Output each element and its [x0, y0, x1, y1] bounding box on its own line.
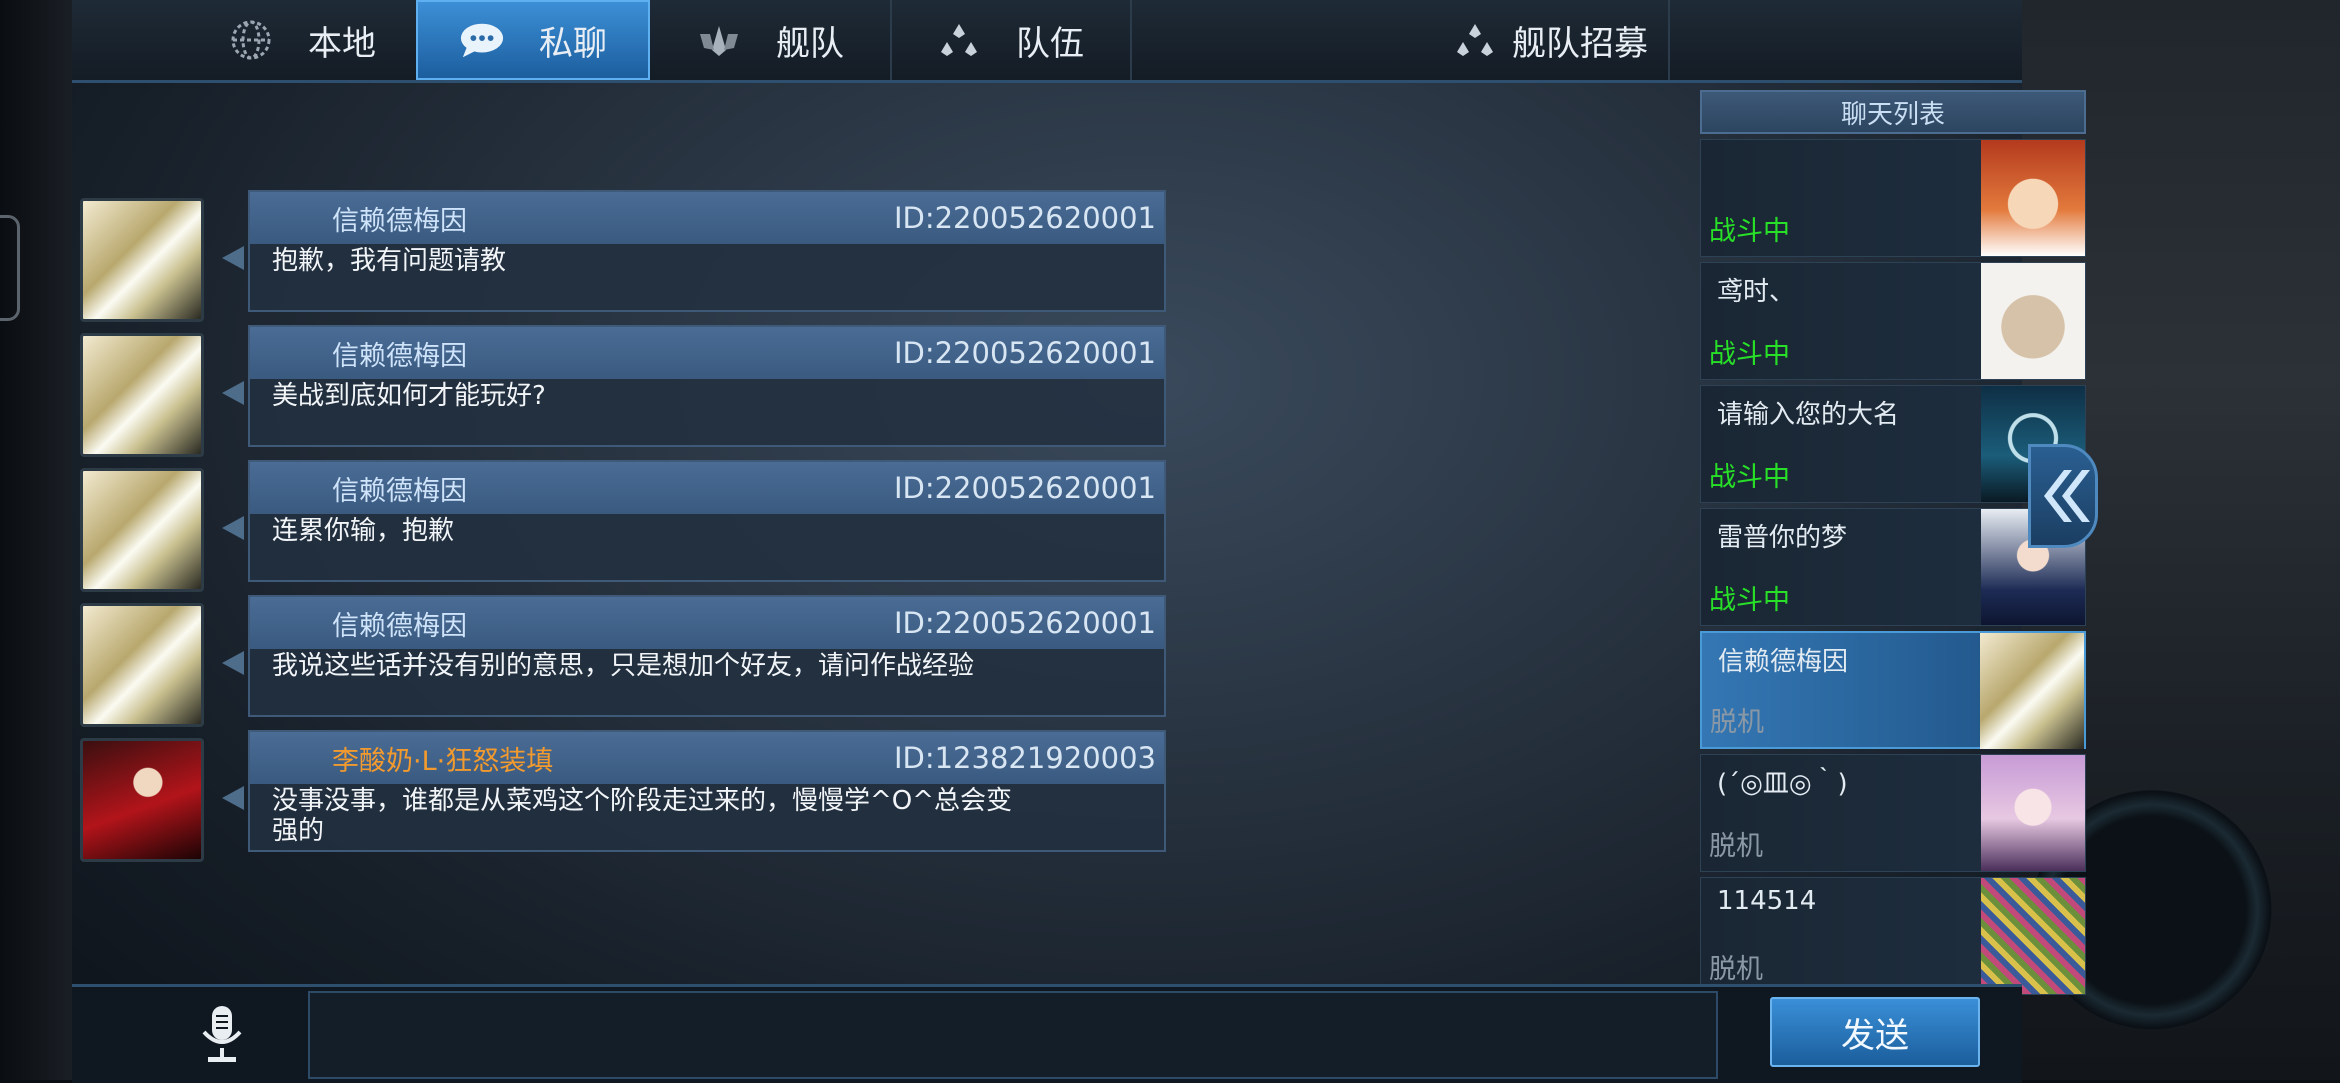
message-text: 抱歉，我有问题请教 [272, 246, 507, 276]
contact-name: 114514 [1717, 886, 1817, 916]
avatar[interactable] [80, 333, 204, 457]
tab-fleet-recruit[interactable]: 舰队招募 [1130, 0, 1670, 80]
bubble-pointer [222, 381, 244, 405]
sender-id: ID:220052620001 [893, 336, 1156, 370]
tab-local[interactable]: 本地 [172, 0, 434, 80]
globe-icon [228, 20, 274, 60]
message-text: 没事没事，谁都是从菜鸡这个阶段走过来的，慢慢学^O^总会变强的 [272, 786, 1013, 846]
contact-name: 信赖德梅因 [1718, 647, 1849, 677]
contact-name: 鸢时、 [1717, 277, 1796, 307]
contact-name: (´◎皿◎｀) [1717, 769, 1848, 799]
message-text: 美战到底如何才能玩好? [272, 381, 546, 411]
tab-label: 本地 [308, 23, 376, 64]
fleet-emblem-icon [696, 20, 742, 60]
contact-status: 脱机 [1709, 831, 1763, 862]
message-bubble: 李酸奶·L·狂怒装填 ID:123821920003 没事没事，谁都是从菜鸡这个… [248, 730, 1166, 852]
avatar[interactable] [80, 603, 204, 727]
sender-name[interactable]: 李酸奶·L·狂怒装填 [332, 739, 553, 778]
tab-label: 舰队招募 [1512, 23, 1648, 64]
screen-notch [0, 215, 20, 321]
avatar[interactable] [80, 738, 204, 862]
bubble-pointer [222, 786, 244, 810]
sender-name[interactable]: 信赖德梅因 [332, 199, 467, 238]
sender-name[interactable]: 信赖德梅因 [332, 604, 467, 643]
message-row: 信赖德梅因 ID:220052620001 抱歉，我有问题请教 [80, 190, 1170, 322]
contact-avatar [1981, 140, 2085, 256]
voice-input-button[interactable] [192, 999, 252, 1069]
chat-bubble-icon [459, 20, 505, 60]
message-text: 我说这些话并没有别的意思，只是想加个好友，请问作战经验 [272, 651, 975, 681]
message-header: 信赖德梅因 ID:220052620001 [250, 327, 1164, 379]
chat-list-item[interactable]: 战斗中 [1700, 139, 2086, 257]
sender-id: ID:220052620001 [893, 201, 1156, 235]
message-header: 信赖德梅因 ID:220052620001 [250, 192, 1164, 244]
message-header: 信赖德梅因 ID:220052620001 [250, 462, 1164, 514]
tab-bar: 本地 私聊 舰队 队伍 舰队招募 [72, 0, 2022, 83]
tab-label: 舰队 [776, 23, 844, 64]
contact-name: 请输入您的大名 [1717, 400, 1900, 430]
message-bubble: 信赖德梅因 ID:220052620001 连累你输，抱歉 [248, 460, 1166, 582]
contact-avatar [1981, 878, 2085, 994]
message-input[interactable] [308, 991, 1718, 1079]
contact-name: 雷普你的梦 [1717, 523, 1848, 553]
chat-window: 本地 私聊 舰队 队伍 舰队招募 信赖德梅因 ID:220052620001 抱… [72, 0, 2086, 1083]
message-text: 连累你输，抱歉 [272, 516, 455, 546]
collapse-panel-button[interactable] [2028, 444, 2098, 548]
input-bar: 发送 [72, 984, 2022, 1083]
sender-name[interactable]: 信赖德梅因 [332, 469, 467, 508]
sender-name[interactable]: 信赖德梅因 [332, 334, 467, 373]
message-header: 李酸奶·L·狂怒装填 ID:123821920003 [250, 732, 1164, 784]
message-row: 信赖德梅因 ID:220052620001 我说这些话并没有别的意思，只是想加个… [80, 595, 1170, 727]
message-bubble: 信赖德梅因 ID:220052620001 我说这些话并没有别的意思，只是想加个… [248, 595, 1166, 717]
message-row: 信赖德梅因 ID:220052620001 美战到底如何才能玩好? [80, 325, 1170, 457]
chat-list-item[interactable]: (´◎皿◎｀) 脱机 [1700, 754, 2086, 872]
avatar[interactable] [80, 198, 204, 322]
tab-label: 队伍 [1016, 23, 1084, 64]
sender-id: ID:123821920003 [893, 741, 1156, 775]
left-edge [0, 0, 72, 1080]
tab-private-chat[interactable]: 私聊 [416, 0, 650, 80]
contact-status: 战斗中 [1709, 585, 1790, 616]
double-chevron-left-icon [2044, 470, 2090, 522]
send-button[interactable]: 发送 [1770, 997, 1980, 1067]
contact-avatar [1981, 755, 2085, 871]
chat-list-item[interactable]: 114514 脱机 [1700, 877, 2086, 995]
chat-list-title: 聊天列表 [1700, 90, 2086, 134]
recruit-dots-icon [1452, 20, 1498, 60]
microphone-icon [202, 1006, 242, 1062]
message-header: 信赖德梅因 ID:220052620001 [250, 597, 1164, 649]
bubble-pointer [222, 651, 244, 675]
tab-fleet[interactable]: 舰队 [650, 0, 892, 80]
message-row: 李酸奶·L·狂怒装填 ID:123821920003 没事没事，谁都是从菜鸡这个… [80, 730, 1170, 862]
sender-id: ID:220052620001 [893, 471, 1156, 505]
message-bubble: 信赖德梅因 ID:220052620001 美战到底如何才能玩好? [248, 325, 1166, 447]
tab-label: 私聊 [539, 23, 607, 64]
message-bubble: 信赖德梅因 ID:220052620001 抱歉，我有问题请教 [248, 190, 1166, 312]
message-row: 信赖德梅因 ID:220052620001 连累你输，抱歉 [80, 460, 1170, 592]
avatar[interactable] [80, 468, 204, 592]
chat-list-item-selected[interactable]: 信赖德梅因 脱机 [1700, 631, 2086, 749]
chat-list-item[interactable]: 鸢时、 战斗中 [1700, 262, 2086, 380]
bubble-pointer [222, 516, 244, 540]
contact-status: 脱机 [1709, 954, 1763, 985]
contact-status: 脱机 [1710, 707, 1764, 738]
contact-status: 战斗中 [1709, 339, 1790, 370]
contact-avatar [1981, 263, 2085, 379]
sender-id: ID:220052620001 [893, 606, 1156, 640]
team-dots-icon [936, 20, 982, 60]
contact-avatar [1980, 633, 2084, 749]
tab-team[interactable]: 队伍 [890, 0, 1132, 80]
bubble-pointer [222, 246, 244, 270]
contact-status: 战斗中 [1709, 216, 1790, 247]
contact-status: 战斗中 [1709, 462, 1790, 493]
